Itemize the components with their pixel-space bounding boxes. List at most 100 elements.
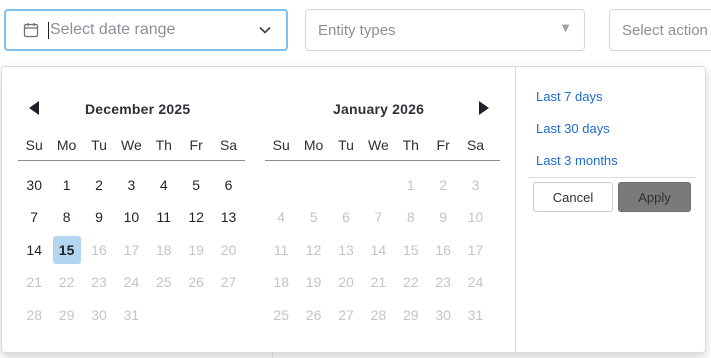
- calendar-day[interactable]: 22: [50, 266, 82, 298]
- calendar-day[interactable]: 16: [427, 234, 459, 266]
- date-range-input[interactable]: Select date range: [4, 9, 288, 51]
- calendar-day[interactable]: 26: [180, 266, 212, 298]
- calendar-day[interactable]: 21: [362, 266, 394, 298]
- weekday-label: Fr: [436, 137, 450, 153]
- calendar-day[interactable]: 6: [330, 201, 362, 233]
- date-range-placeholder: Select date range: [50, 21, 176, 38]
- calendar-day[interactable]: 28: [18, 299, 50, 331]
- calendar-day[interactable]: 8: [395, 201, 427, 233]
- apply-button[interactable]: Apply: [618, 182, 691, 212]
- calendar-day[interactable]: 10: [459, 201, 491, 233]
- calendar-day[interactable]: 30: [18, 169, 50, 201]
- action-placeholder: Select action: [622, 21, 708, 39]
- calendar-day[interactable]: 10: [115, 201, 147, 233]
- text-cursor: [48, 21, 49, 39]
- calendar-icon: [23, 23, 39, 38]
- weekday-label: Su: [272, 137, 290, 153]
- calendar-day[interactable]: 14: [362, 234, 394, 266]
- calendar-day[interactable]: 8: [50, 201, 82, 233]
- entity-types-placeholder: Entity types: [318, 21, 396, 39]
- calendar-day[interactable]: 30: [83, 299, 115, 331]
- calendar-day[interactable]: 25: [148, 266, 180, 298]
- calendar-day[interactable]: 18: [148, 234, 180, 266]
- calendar-day[interactable]: 13: [212, 201, 244, 233]
- preset-last-7-days[interactable]: Last 7 days: [536, 89, 603, 104]
- calendar-day[interactable]: 2: [427, 169, 459, 201]
- calendar-week: 30 1 2 3 4 5 6: [18, 169, 245, 201]
- calendar-day[interactable]: 2: [83, 169, 115, 201]
- calendar-right: Su Mo Tu We Th Fr Sa 1 2 3 4 5 6 7 8 9 10 11 12 13 14 15 16 17 1…: [265, 136, 500, 331]
- preset-last-30-days[interactable]: Last 30 days: [536, 121, 610, 136]
- calendar-day[interactable]: 7: [18, 201, 50, 233]
- calendar-day[interactable]: 1: [50, 169, 82, 201]
- chevron-down-icon[interactable]: [258, 23, 272, 37]
- calendar-day[interactable]: 19: [180, 234, 212, 266]
- calendar-day[interactable]: 5: [297, 201, 329, 233]
- calendar-day[interactable]: 20: [330, 266, 362, 298]
- calendar-week: 25 26 27 28 29 30 31: [265, 299, 500, 331]
- calendar-day[interactable]: 29: [50, 299, 82, 331]
- calendar-day[interactable]: 6: [212, 169, 244, 201]
- calendar-day[interactable]: 27: [330, 299, 362, 331]
- calendar-day[interactable]: 30: [427, 299, 459, 331]
- weekday-label: Th: [155, 137, 172, 153]
- calendar-day[interactable]: 11: [148, 201, 180, 233]
- weekday-label: Mo: [56, 137, 77, 153]
- calendar-day[interactable]: 14: [18, 234, 50, 266]
- calendar-day[interactable]: 29: [395, 299, 427, 331]
- weekday-label: Th: [402, 137, 419, 153]
- next-month-icon[interactable]: [479, 101, 489, 115]
- calendar-day[interactable]: 17: [459, 234, 491, 266]
- calendar-week: 21 22 23 24 25 26 27: [18, 266, 245, 298]
- calendar-day[interactable]: 31: [459, 299, 491, 331]
- calendar-day[interactable]: 3: [459, 169, 491, 201]
- calendar-day[interactable]: 12: [297, 234, 329, 266]
- weekday-header: Su Mo Tu We Th Fr Sa: [18, 136, 245, 161]
- calendar-day[interactable]: 5: [180, 169, 212, 201]
- calendar-day[interactable]: 13: [330, 234, 362, 266]
- weekday-label: Su: [25, 137, 43, 153]
- preset-last-3-months[interactable]: Last 3 months: [536, 153, 618, 168]
- weekday-label: Tu: [338, 137, 354, 153]
- action-select[interactable]: Select action: [609, 9, 711, 51]
- calendar-day[interactable]: 18: [265, 266, 297, 298]
- calendar-day[interactable]: 20: [212, 234, 244, 266]
- weekday-label: Mo: [303, 137, 324, 153]
- triangle-down-icon: ▼: [559, 20, 572, 35]
- calendar-day[interactable]: 3: [115, 169, 147, 201]
- calendar-day[interactable]: 4: [148, 169, 180, 201]
- calendar-week: 7 8 9 10 11 12 13: [18, 201, 245, 233]
- calendar-week: 18 19 20 21 22 23 24: [265, 266, 500, 298]
- calendar-day[interactable]: 1: [395, 169, 427, 201]
- calendar-day[interactable]: 23: [427, 266, 459, 298]
- weekday-label: We: [367, 137, 389, 153]
- calendar-day[interactable]: 25: [265, 299, 297, 331]
- calendar-day[interactable]: 7: [362, 201, 394, 233]
- calendar-day[interactable]: 31: [115, 299, 147, 331]
- calendar-day[interactable]: 11: [265, 234, 297, 266]
- calendar-day[interactable]: 23: [83, 266, 115, 298]
- calendar-day[interactable]: 21: [18, 266, 50, 298]
- previous-month-icon[interactable]: [29, 101, 39, 115]
- calendar-day[interactable]: 24: [459, 266, 491, 298]
- calendar-day[interactable]: 26: [297, 299, 329, 331]
- calendar-day-today[interactable]: 15: [52, 235, 81, 264]
- date-range-picker-popup: December 2025 January 2026 Su Mo Tu We Th Fr S…: [1, 66, 706, 353]
- calendar-week: 11 12 13 14 15 16 17: [265, 234, 500, 266]
- calendar-day[interactable]: 24: [115, 266, 147, 298]
- calendar-day[interactable]: 12: [180, 201, 212, 233]
- calendar-day[interactable]: 22: [395, 266, 427, 298]
- calendar-day[interactable]: 4: [265, 201, 297, 233]
- calendar-week: 4 5 6 7 8 9 10: [265, 201, 500, 233]
- calendar-day[interactable]: 19: [297, 266, 329, 298]
- calendar-day[interactable]: 27: [212, 266, 244, 298]
- cancel-button[interactable]: Cancel: [533, 182, 613, 212]
- calendar-day[interactable]: 15: [395, 234, 427, 266]
- calendar-day[interactable]: 16: [83, 234, 115, 266]
- calendar-day[interactable]: 17: [115, 234, 147, 266]
- calendar-day[interactable]: 9: [427, 201, 459, 233]
- calendar-day[interactable]: 9: [83, 201, 115, 233]
- presets-divider: [515, 67, 516, 352]
- calendar-day[interactable]: 28: [362, 299, 394, 331]
- entity-types-select[interactable]: Entity types ▼: [305, 9, 585, 51]
